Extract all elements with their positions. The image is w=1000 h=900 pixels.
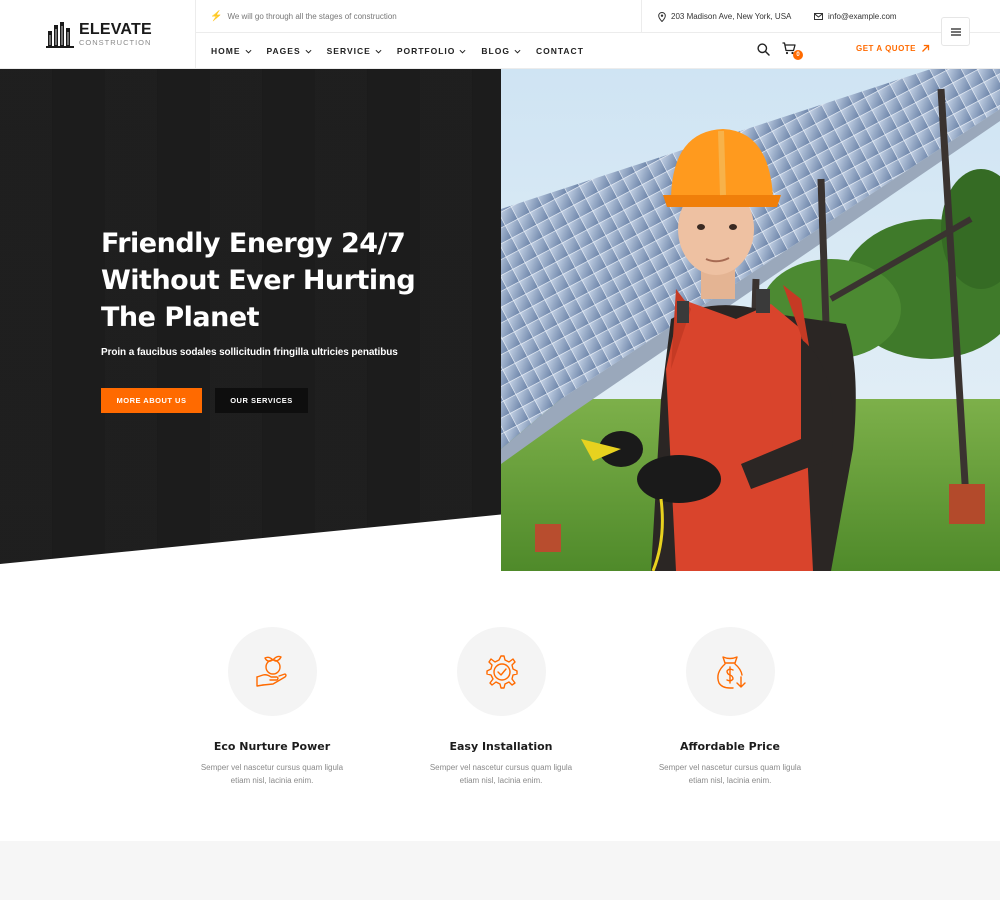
envelope-icon [814, 13, 823, 20]
lightning-icon: ⚡ [210, 11, 223, 22]
feature-eco-nurture-power: Eco Nurture Power Semper vel nascetur cu… [172, 627, 372, 787]
hero-subtitle: Proin a faucibus sodales sollicitudin fr… [101, 347, 398, 358]
site-header: ELEVATE CONSTRUCTION ⚡ We will go throug… [0, 0, 1000, 69]
quote-label: GET A QUOTE [856, 44, 917, 53]
menu-toggle-button[interactable] [941, 17, 970, 46]
feature-icon-circle [685, 627, 775, 716]
chevron-down-icon [459, 49, 466, 54]
get-a-quote-link[interactable]: GET A QUOTE [856, 44, 930, 53]
hero-title-line: Without Ever Hurting [101, 265, 416, 296]
notice-text: We will go through all the stages of con… [227, 12, 397, 21]
main-nav: HOME PAGES SERVICE PORTFOLIO BLOG CONTAC… [211, 33, 599, 69]
eco-hand-icon [256, 655, 287, 687]
feature-icon-circle [227, 627, 317, 716]
email-text: info@example.com [828, 12, 897, 21]
feature-description: Semper vel nascetur cursus quam ligula e… [658, 763, 802, 785]
cart-button[interactable]: 0 [782, 42, 803, 60]
feature-title: Easy Installation [449, 740, 553, 753]
nav-label: PORTFOLIO [396, 46, 456, 56]
chevron-down-icon [305, 49, 312, 54]
feature-affordable-price: Affordable Price Semper vel nascetur cur… [630, 627, 830, 787]
address-text: 203 Madison Ave, New York, USA [671, 12, 792, 21]
feature-easy-installation: Easy Installation Semper vel nascetur cu… [401, 627, 601, 787]
chevron-down-icon [245, 49, 251, 54]
more-about-us-button[interactable]: MORE ABOUT US [101, 388, 202, 413]
worker-photo-illustration [501, 69, 1000, 571]
feature-icon-circle [456, 627, 546, 716]
our-services-button[interactable]: OUR SERVICES [215, 388, 308, 413]
gear-check-icon [486, 654, 518, 689]
nav-label: PAGES [266, 46, 301, 56]
nav-label: SERVICE [326, 46, 371, 56]
search-icon[interactable] [757, 42, 770, 56]
map-pin-icon [658, 11, 666, 22]
nav-item-contact[interactable]: CONTACT [536, 46, 584, 56]
next-section-band [0, 841, 1000, 900]
feature-title: Affordable Price [680, 740, 780, 753]
feature-title: Eco Nurture Power [213, 740, 331, 753]
nav-item-portfolio[interactable]: PORTFOLIO [397, 46, 467, 56]
feature-description: Semper vel nascetur cursus quam ligula e… [200, 763, 344, 785]
nav-item-pages[interactable]: PAGES [267, 46, 312, 56]
arrow-up-right-icon [922, 44, 930, 52]
topbar-notice: ⚡ We will go through all the stages of c… [210, 0, 397, 33]
cart-count-badge: 0 [793, 50, 803, 60]
feature-description: Semper vel nascetur cursus quam ligula e… [429, 763, 573, 785]
nav-label: HOME [211, 46, 241, 56]
chevron-down-icon [375, 49, 382, 54]
logo[interactable]: ELEVATE CONSTRUCTION [0, 0, 196, 69]
building-logo-icon [46, 21, 74, 48]
nav-actions: 0 [757, 42, 803, 60]
hero-title-line: The Planet [101, 302, 260, 333]
brand-tagline: CONSTRUCTION [79, 38, 152, 48]
nav-label: BLOG [481, 46, 510, 56]
topbar-address: 203 Madison Ave, New York, USA [658, 0, 791, 33]
hero-title-line: Friendly Energy 24/7 [101, 228, 406, 259]
nav-item-blog[interactable]: BLOG [481, 46, 521, 56]
nav-label: CONTACT [535, 46, 584, 56]
brand-name: ELEVATE [79, 21, 152, 39]
hero-photo-worker-solar-panels [501, 69, 1000, 571]
topbar-divider [641, 0, 642, 33]
money-bag-icon [717, 655, 746, 689]
topbar-email[interactable]: info@example.com [814, 0, 897, 33]
chevron-down-icon [514, 49, 521, 54]
hamburger-icon [950, 27, 961, 36]
top-info-bar: ⚡ We will go through all the stages of c… [196, 0, 1000, 33]
nav-item-service[interactable]: SERVICE [327, 46, 382, 56]
hero-title: Friendly Energy 24/7 Without Ever Hurtin… [101, 225, 481, 336]
nav-item-home[interactable]: HOME [211, 46, 252, 56]
